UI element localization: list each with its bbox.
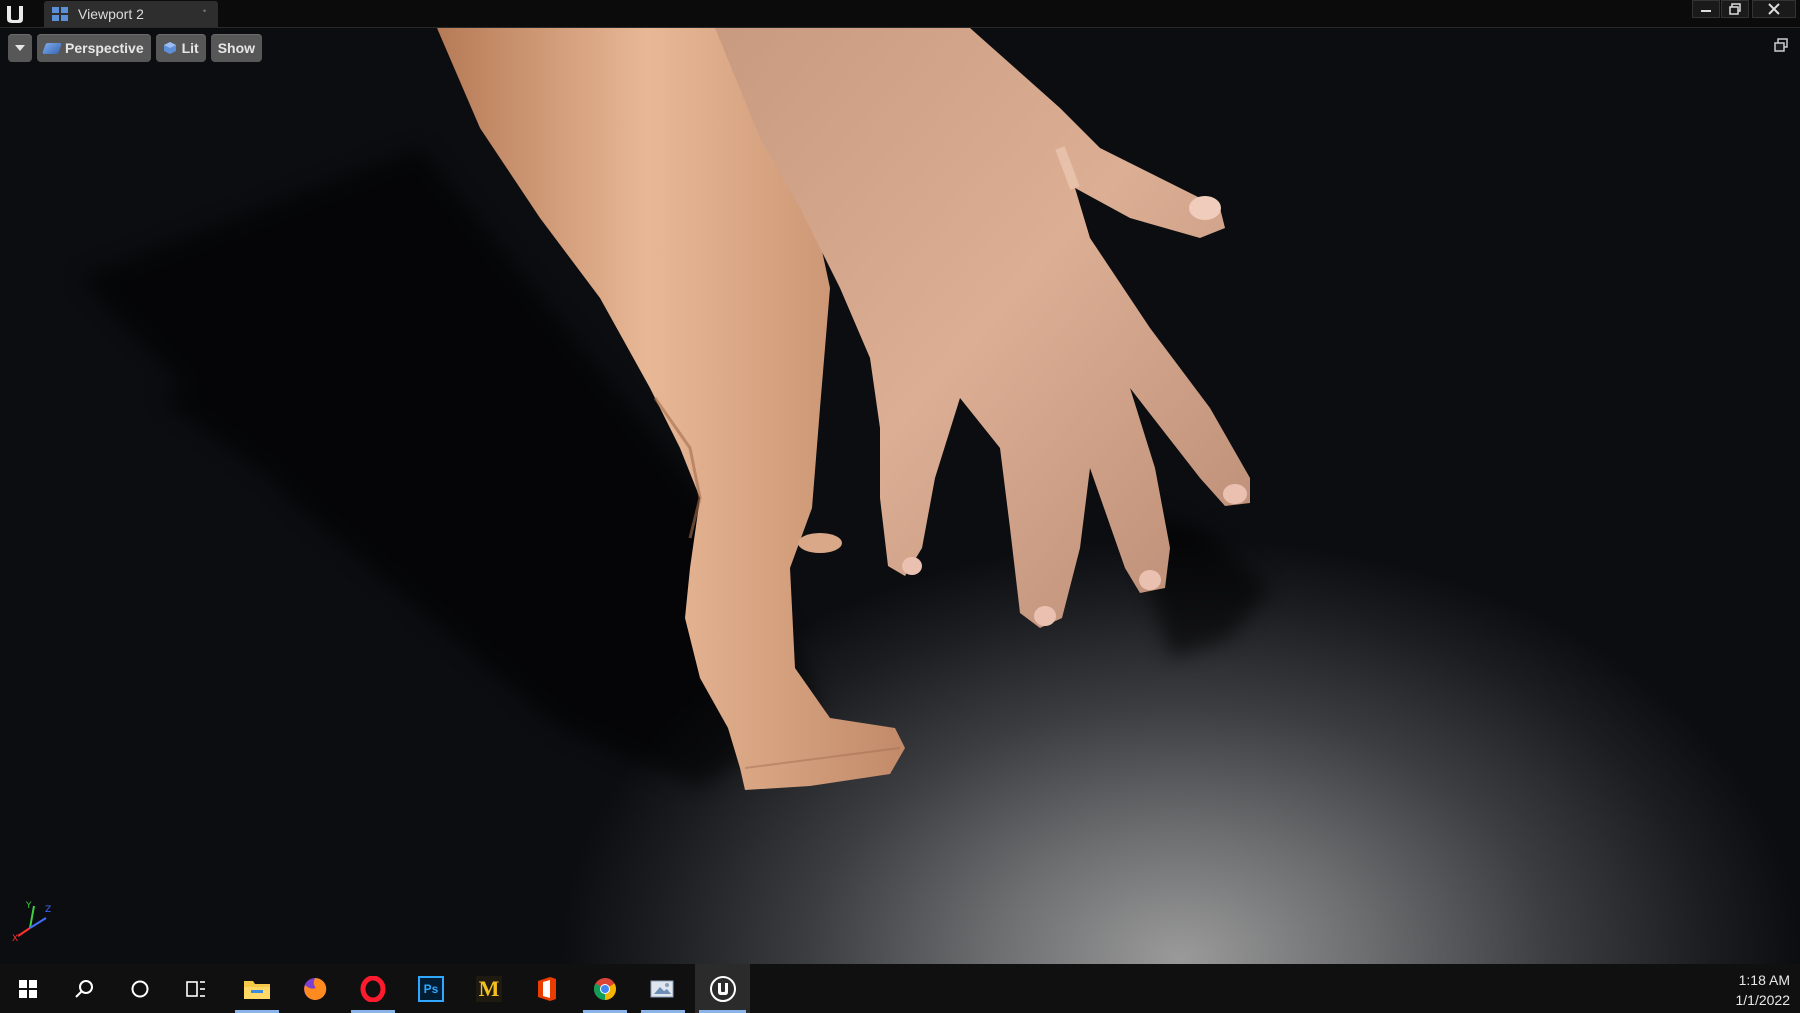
minimize-button[interactable] — [1692, 0, 1720, 18]
app-m-icon: M — [476, 975, 502, 1002]
restore-icon — [1729, 3, 1741, 15]
task-view-icon — [186, 980, 205, 997]
search-button[interactable] — [58, 964, 110, 1013]
show-flags-button[interactable]: Show — [210, 34, 263, 62]
search-icon — [75, 979, 93, 998]
perspective-label: Perspective — [65, 40, 144, 56]
taskbar-photoshop[interactable]: Ps — [405, 964, 457, 1013]
taskbar-office[interactable] — [521, 964, 573, 1013]
axis-y-label: Y — [25, 901, 32, 911]
firefox-icon — [304, 977, 327, 1000]
taskbar-opera[interactable] — [347, 964, 399, 1013]
cortana-icon — [131, 980, 149, 997]
perspective-camera-icon — [41, 42, 63, 54]
windows-taskbar: Ps M 1:18 AM 1/1/2022 — [0, 964, 1800, 1013]
taskbar-firefox[interactable] — [289, 964, 341, 1013]
task-view-button[interactable] — [170, 964, 222, 1013]
unreal-engine-icon — [709, 975, 736, 1002]
tab-close-icon[interactable]: • — [203, 7, 208, 16]
show-label: Show — [217, 40, 256, 56]
view-mode-lit-button[interactable]: Lit — [155, 34, 206, 62]
axis-x-label: X — [12, 934, 18, 942]
tab-title: Viewport 2 — [78, 6, 144, 22]
photos-icon — [650, 980, 674, 997]
viewport-toolbar: Perspective Lit Show — [8, 34, 263, 62]
taskbar-app-m[interactable]: M — [463, 964, 515, 1013]
axis-gizmo: Y Z X — [12, 901, 51, 942]
windows-start-icon — [19, 979, 37, 998]
lit-label: Lit — [181, 40, 199, 56]
viewport-grid-icon — [52, 7, 68, 21]
viewport-options-button[interactable] — [8, 34, 32, 62]
taskbar-chrome[interactable] — [579, 964, 631, 1013]
axis-z-label: Z — [45, 905, 51, 915]
file-explorer-icon — [244, 980, 270, 999]
cortana-button[interactable] — [114, 964, 166, 1013]
system-clock[interactable]: 1:18 AM 1/1/2022 — [1736, 970, 1791, 1010]
maximize-viewport-icon[interactable] — [1774, 38, 1788, 52]
photoshop-icon: Ps — [418, 975, 444, 1002]
title-bar: Viewport 2 • — [0, 0, 1800, 28]
taskbar-photos[interactable] — [637, 964, 689, 1013]
taskbar-file-explorer[interactable] — [231, 964, 283, 1013]
start-button[interactable] — [2, 964, 54, 1013]
clock-date: 1/1/2022 — [1735, 992, 1791, 1008]
tab-viewport[interactable]: Viewport 2 • — [44, 1, 218, 27]
photoshop-icon-text: Ps — [423, 981, 439, 996]
chrome-icon — [594, 977, 616, 1000]
office-icon — [538, 976, 556, 1001]
taskbar-unreal-engine[interactable] — [695, 964, 750, 1013]
close-icon — [1768, 3, 1780, 15]
app-m-icon-text: M — [478, 975, 500, 1001]
close-button[interactable] — [1752, 0, 1796, 18]
perspective-button[interactable]: Perspective — [37, 34, 151, 62]
restore-button[interactable] — [1721, 0, 1749, 18]
minimize-icon — [1701, 10, 1711, 12]
viewport-scene — [80, 28, 1270, 790]
level-viewport[interactable]: Perspective Lit Show Y Z X — [0, 28, 1800, 964]
unreal-logo-icon[interactable] — [2, 1, 28, 27]
lit-sphere-icon — [163, 42, 176, 54]
chevron-down-icon — [15, 45, 25, 51]
opera-icon — [360, 975, 386, 1002]
clock-time: 1:18 AM — [1738, 972, 1790, 988]
